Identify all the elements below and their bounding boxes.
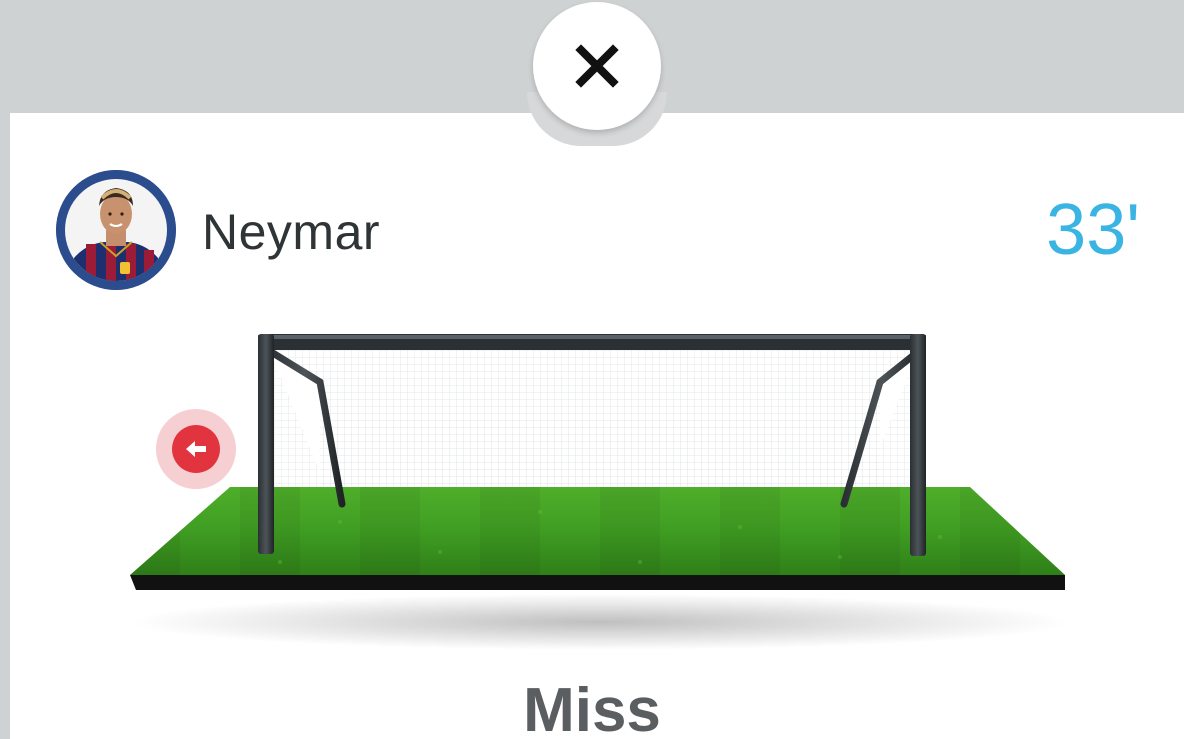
player-avatar (56, 170, 176, 290)
close-x-icon (575, 44, 619, 88)
player-name: Neymar (202, 204, 381, 260)
arrow-left-icon (186, 441, 206, 457)
close-button[interactable] (533, 2, 661, 130)
event-minute: 33' (1046, 190, 1140, 270)
miss-direction-marker (172, 425, 220, 473)
shot-result: Miss (523, 676, 661, 739)
page: Neymar 33' Miss (0, 0, 1184, 739)
miss-direction-indicator[interactable] (156, 409, 236, 489)
goal-illustration (130, 334, 1070, 650)
